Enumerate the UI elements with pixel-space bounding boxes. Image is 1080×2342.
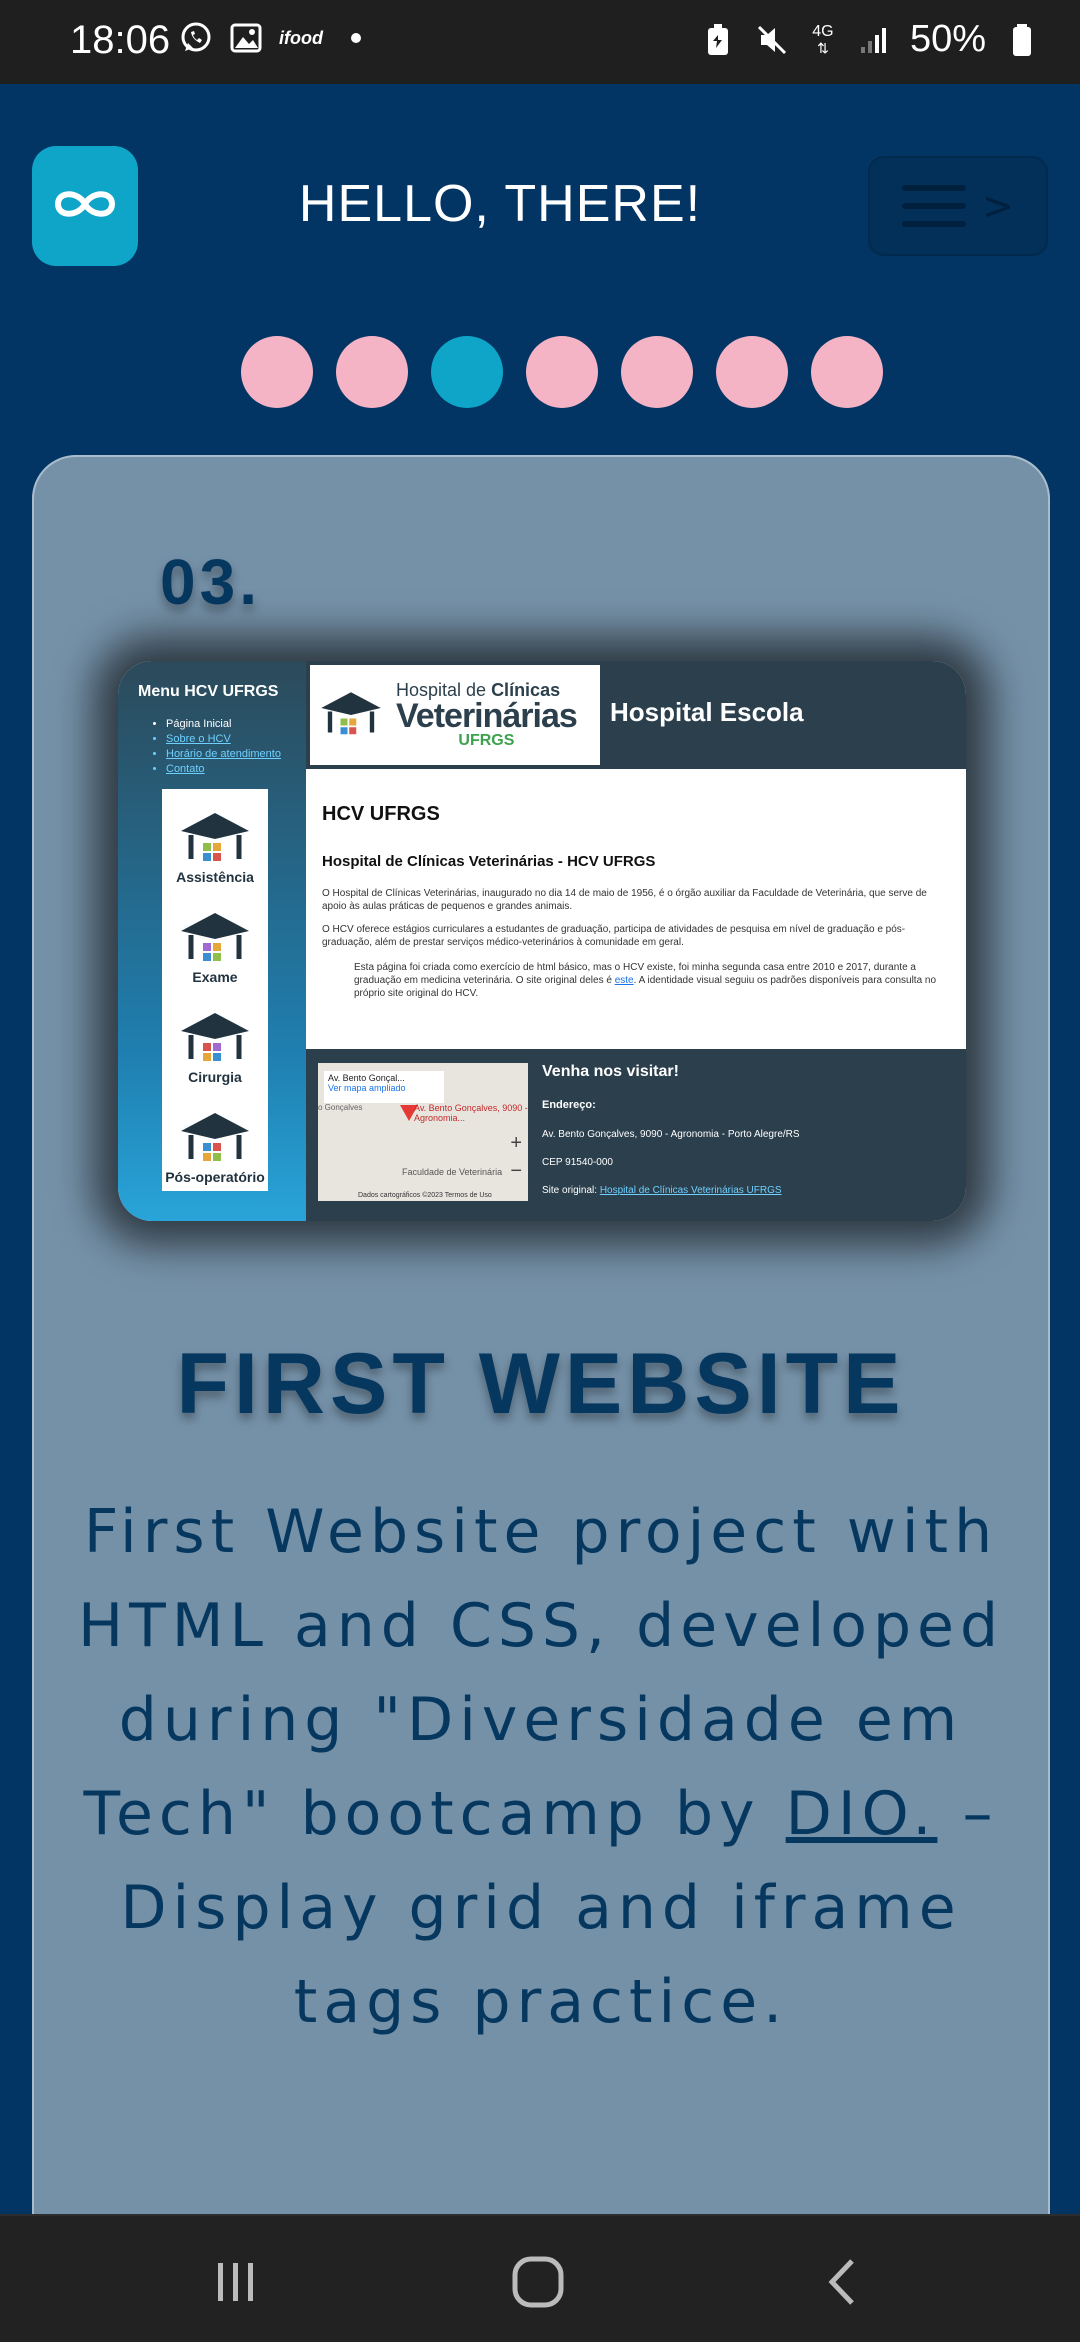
preview-original-link: Hospital de Clínicas Veterinárias UFRGS — [599, 1185, 782, 1196]
preview-subheading: Hospital de Clínicas Veterinárias - HCV … — [322, 853, 656, 870]
preview-address-label: Endereço: — [542, 1099, 596, 1111]
network-label: 4G — [812, 22, 834, 40]
ifood-icon: ifood — [279, 27, 323, 48]
hospital-icon — [181, 1013, 249, 1061]
dio-link[interactable]: DIO. — [786, 1779, 938, 1849]
preview-service-tiles: Assistência Exame Cirurgia Pós-operatóri… — [162, 789, 268, 1191]
carousel-dot-6[interactable] — [716, 336, 788, 408]
preview-paragraph-2: O HCV oferece estágios curriculares a es… — [322, 924, 906, 948]
preview-tile: Pós-operatório — [162, 1089, 268, 1189]
preview-tile: Exame — [162, 889, 268, 989]
preview-menu-item: Sobre o HCV — [166, 732, 281, 747]
preview-menu-item: Contato — [166, 762, 281, 777]
battery-percent: 50% — [909, 18, 986, 60]
carousel-indicators — [241, 336, 883, 408]
preview-heading: HCV UFRGS — [322, 803, 440, 825]
carousel-dot-3[interactable] — [431, 336, 503, 408]
whatsapp-icon — [178, 20, 214, 56]
preview-main: HCV UFRGS Hospital de Clínicas Veterinár… — [306, 769, 966, 1049]
carousel-dot-1[interactable] — [241, 336, 313, 408]
preview-cep: CEP 91540-000 — [542, 1157, 613, 1168]
signal-icon — [856, 22, 892, 58]
preview-paragraph-1: O Hospital de Clínicas Veterinárias, ina… — [322, 888, 927, 912]
preview-menu-list: Página Inicial Sobre o HCV Horário de at… — [166, 717, 281, 777]
carousel-dot-4[interactable] — [526, 336, 598, 408]
gallery-icon — [228, 20, 264, 56]
header-title: HELLO, THERE! — [298, 175, 702, 233]
hospital-icon — [181, 813, 249, 861]
preview-map: Av. Bento Gonçal... Ver mapa ampliado o G… — [318, 1063, 528, 1201]
map-pin-label: Av. Bento Gonçalves, 9090 - Agronomia... — [414, 1103, 528, 1123]
preview-menu-item: Horário de atendimento — [166, 747, 281, 762]
preview-sidebar: Menu HCV UFRGS Página Inicial Sobre o HC… — [118, 661, 306, 1221]
preview-tile-label: Pós-operatório — [165, 1169, 265, 1185]
status-time: 18:06 — [70, 18, 171, 62]
preview-original-site: Site original: Hospital de Clínicas Vete… — [542, 1185, 782, 1196]
system-icons: 4G ⇅ 50% — [700, 18, 1040, 61]
home-icon[interactable] — [508, 2254, 568, 2310]
preview-tile-label: Assistência — [176, 869, 254, 885]
preview-tile-label: Exame — [192, 969, 238, 985]
dot-icon — [338, 20, 374, 56]
preview-footer: Av. Bento Gonçal... Ver mapa ampliado o G… — [306, 1049, 966, 1221]
mute-icon — [754, 22, 790, 58]
preview-original-label: Site original: — [542, 1185, 600, 1196]
menu-button[interactable]: > — [868, 156, 1048, 256]
preview-visit-title: Venha nos visitar! — [542, 1063, 679, 1080]
hospital-icon — [181, 913, 249, 961]
map-link: Ver mapa ampliado — [328, 1083, 406, 1093]
preview-header: Hospital de Clínicas Veterinárias UFRGS … — [306, 661, 966, 769]
project-card: 03. Menu HCV UFRGS Página Inicial Sobre … — [32, 455, 1050, 2290]
project-description: First Website project with HTML and CSS,… — [72, 1485, 1010, 2049]
map-place-name: Av. Bento Gonçal... — [328, 1073, 405, 1083]
preview-brand-logo: Hospital de Clínicas Veterinárias UFRGS — [310, 665, 600, 765]
menu-arrow: > — [982, 184, 1014, 228]
notification-icons: ifood — [178, 20, 374, 56]
map-poi: Faculdade de Veterinária — [402, 1167, 503, 1177]
carousel-dot-7[interactable] — [811, 336, 883, 408]
system-nav-bar — [0, 2214, 1080, 2342]
carousel-dot-5[interactable] — [621, 336, 693, 408]
brand-line-3: UFRGS — [458, 732, 515, 749]
recent-apps-icon[interactable] — [206, 2254, 266, 2310]
map-zoom-controls: + − — [510, 1132, 522, 1182]
4g-icon: 4G ⇅ — [812, 22, 834, 56]
preview-address: Av. Bento Gonçalves, 9090 - Agronomia - … — [542, 1129, 800, 1140]
preview-tile-label: Cirurgia — [188, 1069, 242, 1085]
hamburger-icon — [902, 185, 967, 227]
project-title: FIRST WEBSITE — [176, 1336, 906, 1432]
preview-menu-title: Menu HCV UFRGS — [138, 683, 279, 700]
battery-icon — [1004, 22, 1040, 58]
preview-paragraph-3: Esta página foi criada como exercício de… — [354, 961, 948, 1000]
preview-menu-item: Página Inicial — [166, 717, 281, 732]
status-bar: 18:06 ifood 4G ⇅ 50% — [0, 0, 1080, 84]
map-street: o Gonçalves — [318, 1103, 363, 1112]
map-place-card: Av. Bento Gonçal... Ver mapa ampliado — [324, 1071, 444, 1103]
preview-original-link-inline: este — [614, 975, 634, 986]
project-preview-image[interactable]: Menu HCV UFRGS Página Inicial Sobre o HC… — [118, 661, 966, 1221]
preview-tile: Cirurgia — [162, 989, 268, 1089]
project-number: 03. — [160, 546, 261, 618]
back-icon[interactable] — [812, 2254, 872, 2310]
hospital-icon — [181, 1113, 249, 1161]
map-attribution: Dados cartográficos ©2023 Termos de Uso — [358, 1192, 492, 1199]
preview-header-right: Hospital Escola — [610, 697, 804, 727]
carousel-dot-2[interactable] — [336, 336, 408, 408]
battery-saver-icon — [700, 22, 736, 58]
brand-line-2: Veterinárias — [396, 697, 578, 735]
preview-tile: Assistência — [162, 789, 268, 889]
hospital-icon — [321, 692, 381, 735]
